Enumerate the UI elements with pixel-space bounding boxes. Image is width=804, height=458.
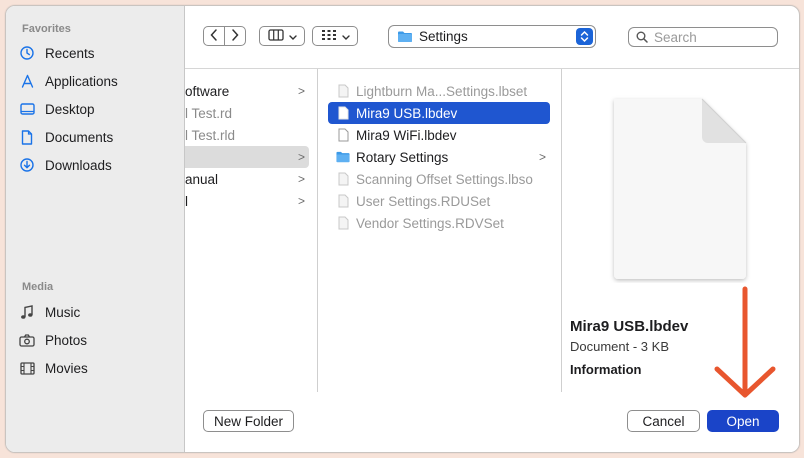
sidebar-item-desktop[interactable]: Desktop	[18, 97, 178, 121]
sidebar-heading-media: Media	[22, 281, 54, 293]
clock-icon	[18, 44, 36, 62]
list-item-selected-folder[interactable]: >	[185, 146, 309, 168]
cancel-button[interactable]: Cancel	[627, 410, 700, 432]
list-item[interactable]: l Test.rld	[185, 124, 309, 146]
file-icon	[336, 105, 350, 121]
search-icon	[636, 31, 648, 43]
location-popup[interactable]: Settings	[388, 25, 596, 48]
sidebar-item-photos[interactable]: Photos	[18, 328, 178, 352]
forward-button[interactable]	[224, 26, 246, 46]
film-icon	[18, 359, 36, 377]
desktop-icon	[18, 100, 36, 118]
music-icon	[18, 303, 36, 321]
group-button[interactable]	[312, 26, 358, 46]
dialog-footer: New Folder Cancel Open	[185, 392, 799, 452]
preview-file-kind: Document - 3 KB	[570, 339, 669, 354]
updown-chevron-icon	[576, 28, 593, 45]
chevron-right-icon: >	[538, 150, 546, 164]
file-item[interactable]: Scanning Offset Settings.lbso	[328, 168, 550, 190]
sidebar-heading-favorites: Favorites	[22, 23, 71, 35]
file-icon	[336, 171, 350, 187]
sidebar-item-movies[interactable]: Movies	[18, 356, 178, 380]
search-placeholder: Search	[654, 29, 697, 45]
sidebar-item-label: Music	[45, 304, 81, 320]
chevron-right-icon: >	[297, 150, 305, 164]
document-preview-icon	[608, 95, 752, 286]
chevron-down-icon	[341, 29, 350, 44]
list-item[interactable]: l >	[185, 190, 309, 212]
camera-icon	[18, 331, 36, 349]
file-item[interactable]: User Settings.RDUSet	[328, 190, 550, 212]
sidebar-item-label: Recents	[45, 45, 95, 61]
folder-icon	[336, 149, 350, 165]
sidebar-item-label: Documents	[45, 129, 114, 145]
sidebar-item-downloads[interactable]: Downloads	[18, 153, 178, 177]
chevron-right-icon: >	[297, 84, 305, 98]
file-item[interactable]: Vendor Settings.RDVSet	[328, 212, 550, 234]
chevron-down-icon	[288, 29, 297, 44]
sidebar: Favorites Recents Applications Desktop D…	[6, 6, 185, 452]
annotation-arrow-icon	[714, 286, 776, 398]
sidebar-item-label: Movies	[45, 360, 88, 376]
chevron-right-icon	[231, 28, 239, 44]
document-icon	[18, 128, 36, 146]
chevron-right-icon: >	[297, 194, 305, 208]
browser-column-parent: oftware > l Test.rd l Test.rld > anual >…	[185, 69, 318, 393]
file-icon	[336, 193, 350, 209]
open-file-dialog: Favorites Recents Applications Desktop D…	[5, 5, 800, 453]
columns-view-icon	[267, 28, 284, 44]
back-button[interactable]	[203, 26, 225, 46]
search-field[interactable]: Search	[628, 27, 778, 47]
applications-icon	[18, 72, 36, 90]
preview-info-heading: Information	[570, 362, 642, 377]
folder-icon	[397, 30, 413, 43]
sidebar-item-applications[interactable]: Applications	[18, 69, 178, 93]
sidebar-item-label: Downloads	[45, 157, 112, 173]
chevron-left-icon	[210, 28, 218, 44]
browser-column-settings: Lightburn Ma...Settings.lbset Mira9 USB.…	[318, 69, 562, 393]
sidebar-item-label: Desktop	[45, 101, 95, 117]
file-item-selected[interactable]: Mira9 USB.lbdev	[328, 102, 550, 124]
list-item[interactable]: oftware >	[185, 80, 309, 102]
file-icon	[336, 127, 350, 143]
preview-file-name: Mira9 USB.lbdev	[570, 318, 689, 335]
view-mode-button[interactable]	[259, 26, 305, 46]
sidebar-item-label: Photos	[45, 332, 88, 348]
open-button[interactable]: Open	[707, 410, 779, 432]
chevron-right-icon: >	[297, 172, 305, 186]
file-icon	[336, 215, 350, 231]
download-icon	[18, 156, 36, 174]
file-item[interactable]: Mira9 WiFi.lbdev	[328, 124, 550, 146]
sidebar-item-recents[interactable]: Recents	[18, 41, 178, 65]
sidebar-item-label: Applications	[45, 73, 118, 89]
folder-item[interactable]: Rotary Settings >	[328, 146, 550, 168]
new-folder-button[interactable]: New Folder	[203, 410, 294, 432]
file-icon	[336, 83, 350, 99]
sidebar-item-documents[interactable]: Documents	[18, 125, 178, 149]
grid-icon	[321, 29, 337, 44]
list-item[interactable]: anual >	[185, 168, 309, 190]
list-item[interactable]: l Test.rd	[185, 102, 309, 124]
file-item[interactable]: Lightburn Ma...Settings.lbset	[328, 80, 550, 102]
location-label: Settings	[419, 29, 468, 44]
sidebar-item-music[interactable]: Music	[18, 300, 178, 324]
